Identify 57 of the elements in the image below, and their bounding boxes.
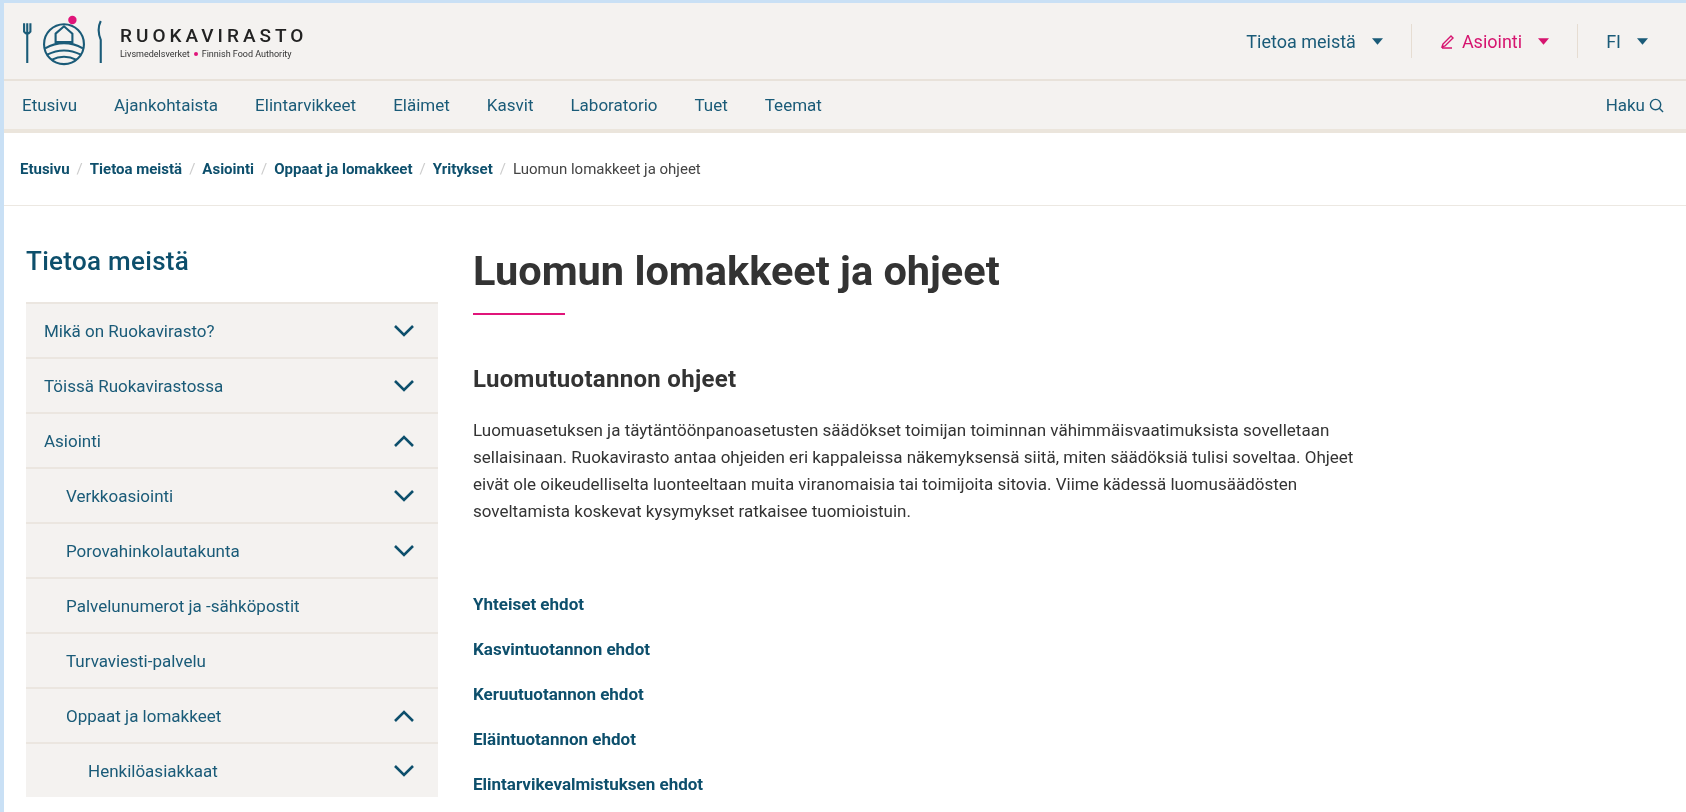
breadcrumb-separator: /: [419, 160, 426, 178]
nav-link[interactable]: Laboratorio: [570, 95, 658, 115]
logo-tagline: Livsmedelsverket: [120, 48, 190, 59]
chevron-icon[interactable]: [394, 709, 414, 722]
top-menu-link[interactable]: Tietoa meistä: [1228, 30, 1401, 52]
sidebar-item[interactable]: Henkilöasiakkaat: [26, 742, 438, 797]
content-link[interactable]: Yhteiset ehdot: [473, 593, 1353, 616]
chevron-icon[interactable]: [394, 324, 414, 337]
chevron-icon[interactable]: [394, 764, 414, 777]
nav-link[interactable]: Etusivu: [22, 95, 78, 115]
chevron-icon[interactable]: [394, 489, 414, 502]
breadcrumb-separator: /: [499, 160, 506, 178]
nav-link[interactable]: Elintarvikkeet: [255, 95, 357, 115]
content-link[interactable]: Eläintuotannon ehdot: [473, 728, 1353, 751]
dot-icon: [193, 51, 198, 56]
sidebar-title: Tietoa meistä: [26, 246, 191, 278]
nav-link[interactable]: Tuet: [694, 95, 728, 115]
paragraph: Luomuasetuksen ja täytäntöönpanoasetusten säädökset toimijan toiminnan vähimmäisvaatimuksista sovelletaan sellaisinaan. Ruokavirasto antaa ohjeiden eri kappaleissa näkemyksensä siitä, miten säädöksiä tulisi soveltaa. Ohjeet eivät ole oikeudelliselta luonteeltaan muita viranomaisia tai toimijoita sitovia. Viime kädessä luomusäädösten soveltamista koskevat kysymykset ratkaisee tuomioistuin.: [473, 419, 1355, 523]
sidebar-item[interactable]: Oppaat ja lomakkeet: [26, 687, 438, 742]
breadcrumb-separator: /: [261, 160, 268, 178]
search-link[interactable]: Haku: [1605, 95, 1664, 115]
caret-icon: [1371, 37, 1383, 45]
breadcrumb-separator: /: [76, 160, 83, 178]
sidebar-item[interactable]: Mikä on Ruokavirasto?: [26, 302, 438, 357]
pen-icon: [1439, 33, 1456, 49]
caret-icon: [1538, 37, 1550, 45]
nav-link[interactable]: Kasvit: [486, 95, 534, 115]
sidebar-item[interactable]: Verkkoasiointi: [26, 467, 438, 522]
chevron-icon[interactable]: [394, 434, 414, 447]
top-menu-link[interactable]: Asiointi: [1421, 30, 1568, 52]
content-link[interactable]: Elintarvikevalmistuksen ehdot: [473, 773, 1353, 796]
page-title: Luomun lomakkeet ja ohjeet: [473, 246, 1001, 295]
nav-link[interactable]: Teemat: [764, 95, 822, 115]
sidebar-item[interactable]: Asiointi: [26, 412, 438, 467]
nav-link[interactable]: Eläimet: [393, 95, 450, 115]
breadcrumb-link[interactable]: Tietoa meistä: [89, 160, 183, 178]
section-heading: Luomutuotannon ohjeet: [473, 365, 738, 393]
breadcrumb-current: Luomun lomakkeet ja ohjeet: [512, 160, 701, 178]
sidebar-item[interactable]: Töissä Ruokavirastossa: [26, 357, 438, 412]
sidebar-item[interactable]: Porovahinkolautakunta: [26, 522, 438, 577]
breadcrumb-link[interactable]: Yritykset: [432, 160, 493, 178]
caret-icon: [1637, 37, 1648, 45]
breadcrumb-link[interactable]: Oppaat ja lomakkeet: [274, 160, 413, 178]
content-link[interactable]: Kasvintuotannon ehdot: [473, 638, 1353, 661]
nav-link[interactable]: Ajankohtaista: [114, 95, 219, 115]
search-icon: [1649, 97, 1664, 113]
content-link[interactable]: Keruutuotannon ehdot: [473, 683, 1353, 706]
chevron-icon[interactable]: [394, 544, 414, 557]
breadcrumb-link[interactable]: Etusivu: [20, 160, 70, 178]
logo-tagline: Finnish Food Authority: [201, 48, 292, 59]
breadcrumb-link[interactable]: Asiointi: [202, 160, 254, 178]
sidebar-item[interactable]: Turvaviesti-palvelu: [26, 632, 438, 687]
sidebar-item[interactable]: Palvelunumerot ja -sähköpostit: [26, 577, 438, 632]
chevron-icon[interactable]: [394, 379, 414, 392]
top-menu-link[interactable]: FI: [1588, 30, 1666, 52]
logo-wordmark: RUOKAVIRASTO: [120, 23, 308, 47]
breadcrumb-separator: /: [189, 160, 196, 178]
